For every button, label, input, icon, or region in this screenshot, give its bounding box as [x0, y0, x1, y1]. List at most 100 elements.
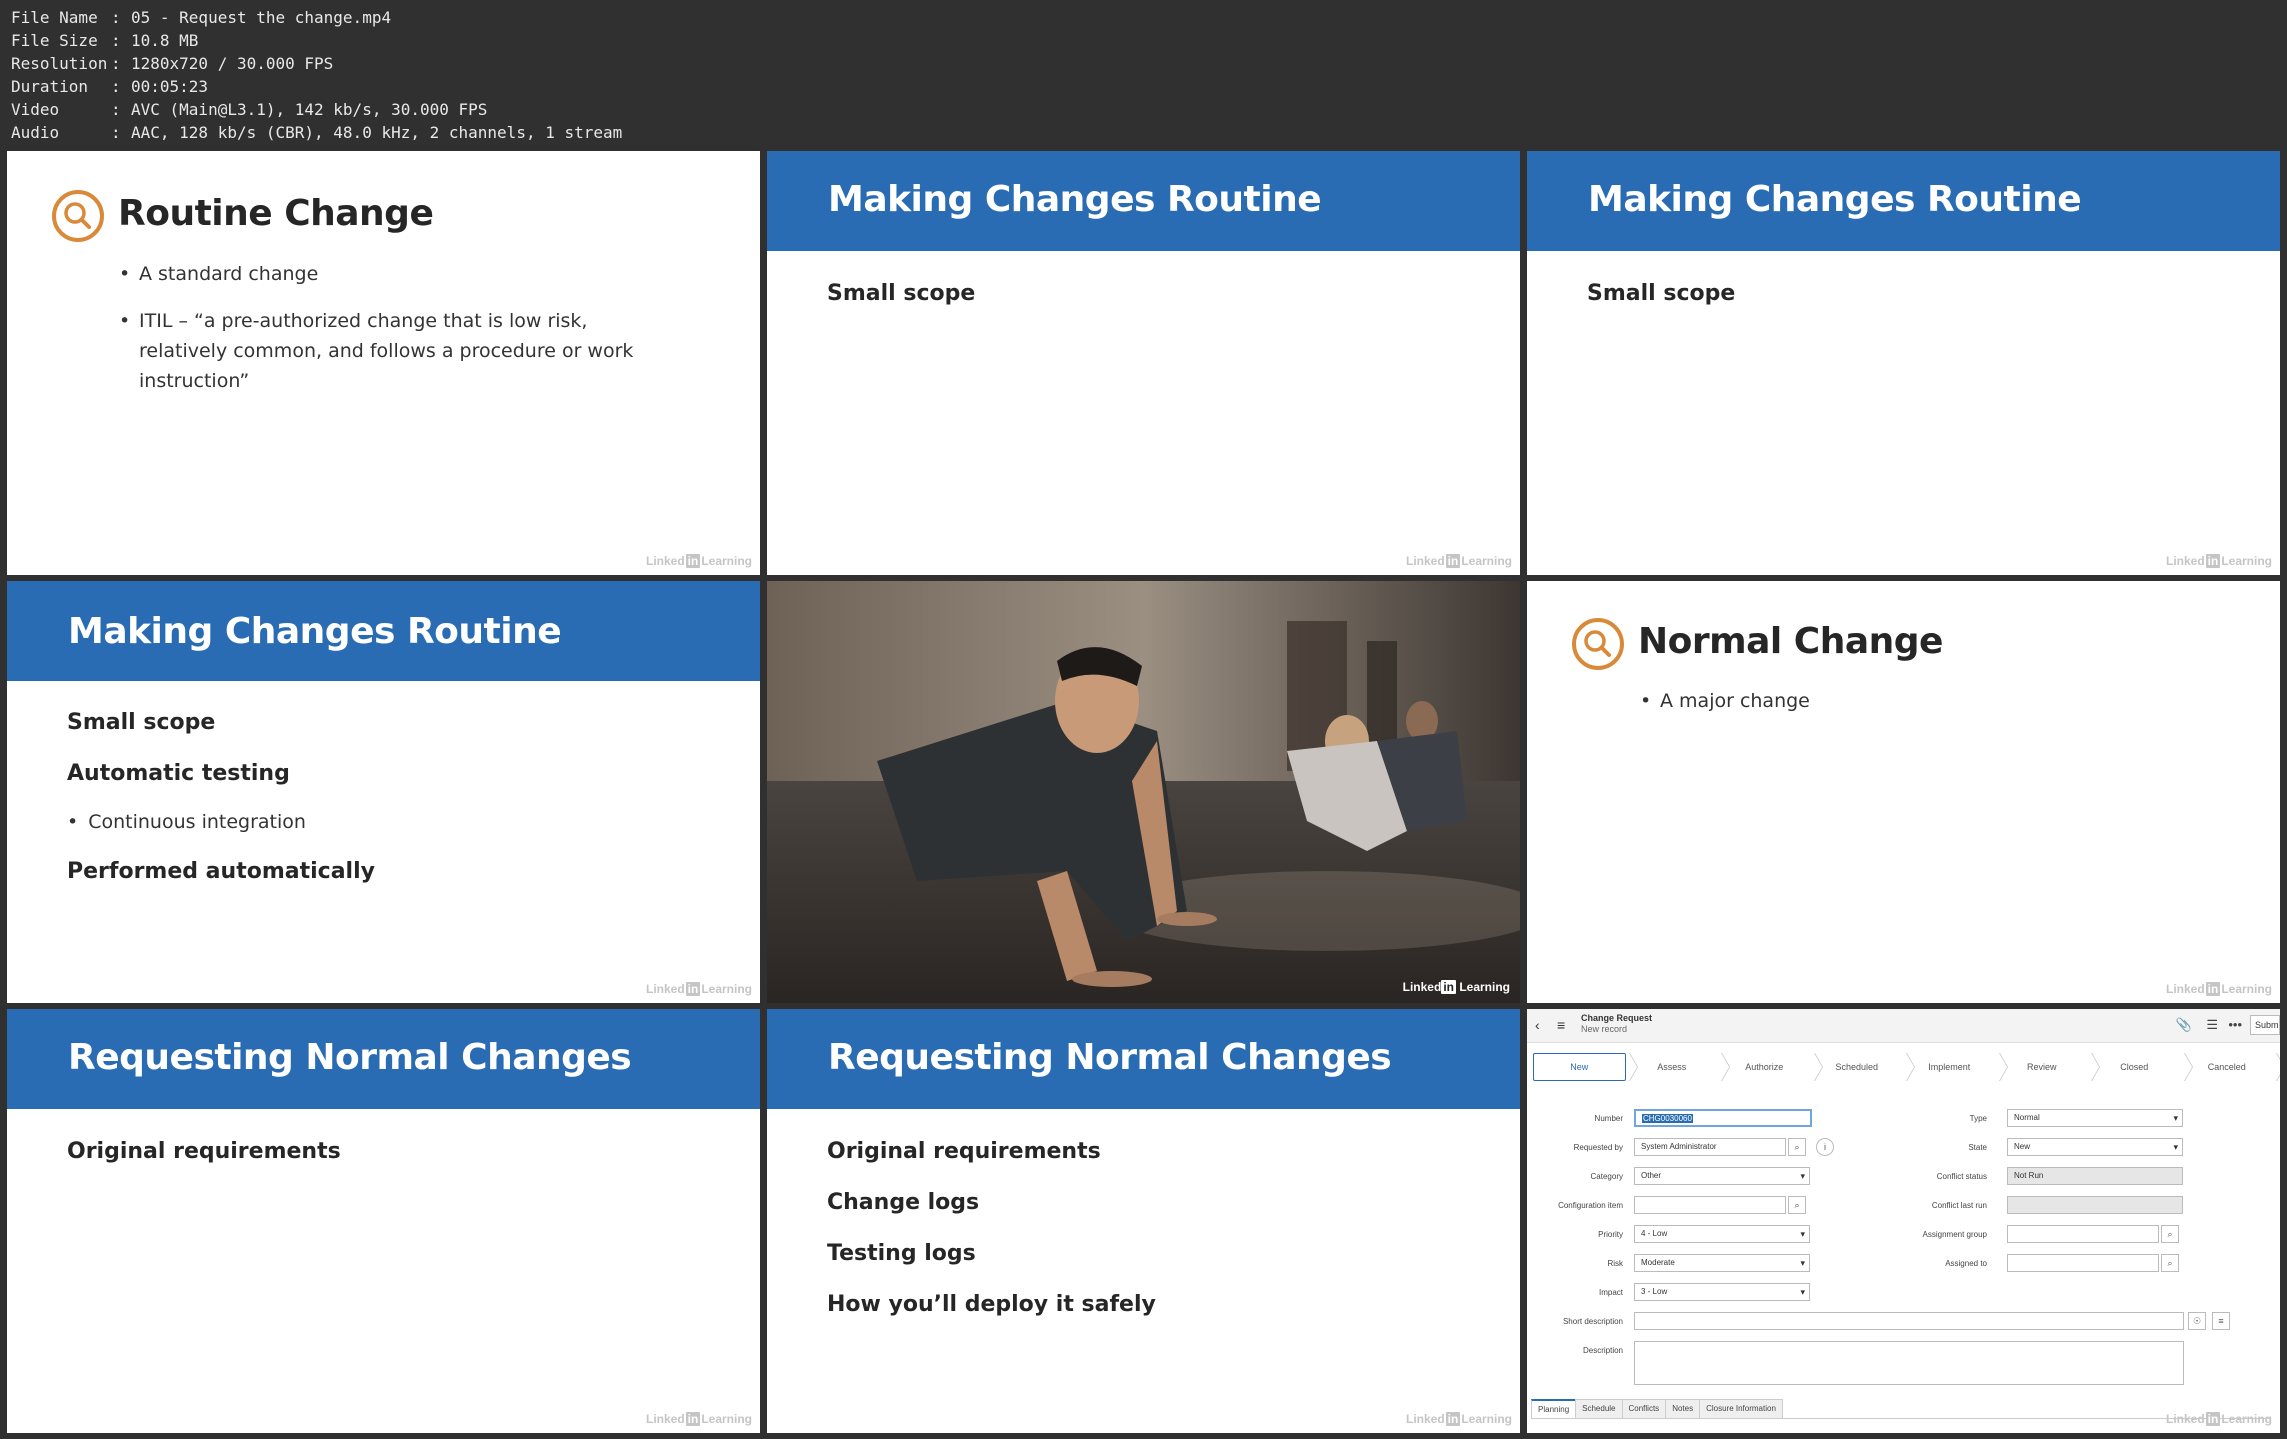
- thumbnail-normal-change: Normal Change A major change LinkedinLea…: [1527, 581, 2280, 1003]
- back-icon[interactable]: ‹: [1535, 1017, 1540, 1033]
- stage-assess[interactable]: Assess: [1626, 1053, 1719, 1081]
- linkedin-learning-watermark: Linked in Learning: [2165, 982, 2272, 996]
- point-item: Small scope: [1587, 281, 1736, 306]
- linkedin-learning-watermark: Linked in Learning: [645, 1412, 752, 1426]
- field-risk: Risk Moderate: [1527, 1254, 1927, 1274]
- sub-point-item: Continuous integration: [67, 799, 375, 846]
- field-conflict-status: Conflict status Not Run: [1897, 1167, 2277, 1187]
- description-field[interactable]: [1634, 1341, 2184, 1385]
- stage-closed[interactable]: Closed: [2088, 1053, 2181, 1081]
- linkedin-learning-watermark: Linked in Learning: [1405, 554, 1512, 568]
- priority-select[interactable]: 4 - Low: [1634, 1225, 1810, 1243]
- impact-select[interactable]: 3 - Low: [1634, 1283, 1810, 1301]
- thumbnail-requesting-normal-changes: Requesting Normal Changes Original requi…: [7, 1009, 760, 1433]
- linkedin-learning-watermark: Linked in Learning: [1402, 980, 1510, 994]
- thumbnail-photo-pushups: Linked in Learning: [767, 581, 1520, 1003]
- tab-planning[interactable]: Planning: [1531, 1399, 1577, 1418]
- state-select[interactable]: New: [2007, 1138, 2183, 1156]
- stage-new[interactable]: New: [1533, 1053, 1626, 1081]
- field-category: Category Other: [1527, 1167, 1927, 1187]
- slide-title: Making Changes Routine: [828, 179, 1322, 220]
- conflict-status-field: Not Run: [2007, 1167, 2183, 1185]
- info-value: 05 - Request the change.mp4: [131, 8, 392, 27]
- field-label: Type: [1969, 1114, 1987, 1123]
- attachment-icon[interactable]: 📎: [2176, 1017, 2192, 1033]
- point-item: Original requirements: [67, 1139, 341, 1164]
- field-label: Assignment group: [1922, 1230, 1987, 1239]
- field-number: Number CHG0030060: [1527, 1109, 1927, 1129]
- requested-by-field[interactable]: System Administrator: [1634, 1138, 1786, 1156]
- info-key: File Name: [11, 8, 98, 27]
- field-label: Configuration item: [1558, 1201, 1623, 1210]
- info-key: File Size: [11, 31, 98, 50]
- tab-schedule[interactable]: Schedule: [1575, 1399, 1623, 1418]
- template-icon[interactable]: ≡: [2212, 1312, 2230, 1330]
- info-value: AVC (Main@L3.1), 142 kb/s, 30.000 FPS: [131, 100, 488, 119]
- search-icon[interactable]: ⌕: [1788, 1138, 1806, 1156]
- linkedin-learning-watermark: Linked in Learning: [1405, 1412, 1512, 1426]
- tab-notes[interactable]: Notes: [1665, 1399, 1701, 1418]
- field-label: Risk: [1607, 1259, 1623, 1268]
- linkedin-learning-watermark: Linked in Learning: [2165, 1412, 2272, 1426]
- field-conflict-last-run: Conflict last run: [1897, 1196, 2277, 1216]
- file-info-row: File Size:10.8 MB: [11, 31, 199, 50]
- settings-sliders-icon[interactable]: ☰: [2206, 1017, 2218, 1033]
- search-icon[interactable]: ⌕: [2161, 1254, 2179, 1272]
- info-value: 1280x720 / 30.000 FPS: [131, 54, 334, 73]
- stage-canceled[interactable]: Canceled: [2181, 1053, 2274, 1081]
- stage-authorize[interactable]: Authorize: [1718, 1053, 1811, 1081]
- configuration-item-field[interactable]: [1634, 1196, 1786, 1214]
- field-label: Priority: [1598, 1230, 1623, 1239]
- more-options-icon[interactable]: •••: [2228, 1017, 2242, 1032]
- file-info-row: Resolution:1280x720 / 30.000 FPS: [11, 54, 334, 73]
- search-icon[interactable]: ⌕: [2161, 1225, 2179, 1243]
- field-short-description: Short description ☉ ≡: [1527, 1312, 2280, 1332]
- field-label: Impact: [1598, 1288, 1623, 1297]
- field-label: Category: [1590, 1172, 1623, 1181]
- field-impact: Impact 3 - Low: [1527, 1283, 1927, 1303]
- stage-implement[interactable]: Implement: [1903, 1053, 1996, 1081]
- field-label: Number: [1594, 1114, 1623, 1123]
- info-value: 00:05:23: [131, 77, 209, 96]
- bullet-list: A standard change ITIL – “a pre-authoriz…: [119, 259, 679, 413]
- assignment-group-field[interactable]: [2007, 1225, 2159, 1243]
- assigned-to-field[interactable]: [2007, 1254, 2159, 1272]
- title-banner: Requesting Normal Changes: [767, 1009, 1520, 1109]
- tab-closure-information[interactable]: Closure Information: [1699, 1399, 1783, 1418]
- thumbnail-making-changes-routine: Making Changes Routine Small scope Linke…: [1527, 151, 2280, 575]
- type-select[interactable]: Normal: [2007, 1109, 2183, 1127]
- category-select[interactable]: Other: [1634, 1167, 1810, 1185]
- conflict-last-run-field: [2007, 1196, 2183, 1214]
- info-key: Video: [11, 100, 60, 119]
- stage-review[interactable]: Review: [1996, 1053, 2089, 1081]
- field-label: State: [1968, 1143, 1987, 1152]
- submit-button[interactable]: Subm: [2250, 1015, 2280, 1035]
- point-list: Small scope Automatic testing Continuous…: [67, 697, 375, 897]
- field-priority: Priority 4 - Low: [1527, 1225, 1927, 1245]
- file-info-row: Video: AVC (Main@L3.1), 142 kb/s, 30.000 …: [11, 100, 488, 119]
- field-label: Description: [1582, 1346, 1623, 1355]
- short-description-field[interactable]: [1634, 1312, 2184, 1330]
- point-list: Small scope: [1587, 268, 1735, 319]
- field-assigned-to: Assigned to ⌕: [1897, 1254, 2277, 1274]
- point-list: Original requirements Change logs Testin…: [827, 1126, 1156, 1330]
- form-header: ‹ ≡ Change Request New record 📎 ☰ ••• Su…: [1527, 1009, 2280, 1043]
- field-assignment-group: Assignment group ⌕: [1897, 1225, 2277, 1245]
- field-label: Conflict last run: [1931, 1201, 1987, 1210]
- tab-conflicts[interactable]: Conflicts: [1621, 1399, 1667, 1418]
- stage-scheduled[interactable]: Scheduled: [1811, 1053, 1904, 1081]
- state-flow-bar: New Assess Authorize Scheduled Implement…: [1533, 1053, 2273, 1081]
- field-description: Description: [1527, 1341, 2280, 1385]
- search-icon[interactable]: ⌕: [1788, 1196, 1806, 1214]
- title-banner: Making Changes Routine: [7, 581, 760, 681]
- linkedin-learning-watermark: Linked in Learning: [2165, 554, 2272, 568]
- point-item: Small scope: [67, 710, 216, 735]
- bullet-item: A major change: [1640, 686, 2200, 716]
- bullet-item: A standard change: [119, 259, 679, 289]
- risk-select[interactable]: Moderate: [1634, 1254, 1810, 1272]
- suggestion-icon[interactable]: ☉: [2188, 1312, 2206, 1330]
- title-banner: Making Changes Routine: [1527, 151, 2280, 251]
- hamburger-menu-icon[interactable]: ≡: [1557, 1017, 1565, 1033]
- number-field[interactable]: CHG0030060: [1634, 1109, 1812, 1127]
- info-icon[interactable]: i: [1816, 1138, 1834, 1156]
